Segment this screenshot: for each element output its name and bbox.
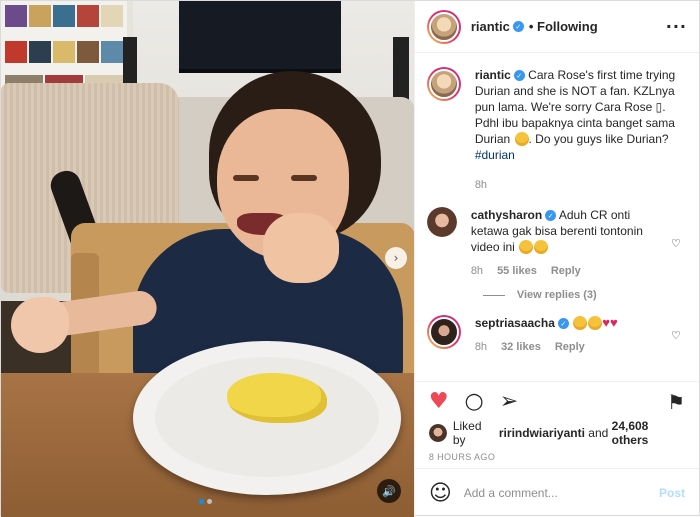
caption: riantic ✓ Cara Rose's first time trying D… [426,67,687,193]
emoji-face-icon [573,316,588,330]
post-side-panel: riantic ✓ • Following ··· riantic ✓ Cara … [413,1,699,517]
comment-item: septriasaacha ✓ ♥♥ 8h 32 likes Reply ♡ [426,315,687,355]
liked-by-others[interactable]: 24,608 others [612,419,685,447]
red-heart-icon: ♥ [602,315,610,330]
emoji-face-icon [519,240,534,254]
carousel-next-button[interactable]: › [385,247,407,269]
more-options-icon[interactable]: ··· [666,17,687,36]
comments-list: riantic ✓ Cara Rose's first time trying D… [415,53,699,381]
caption-username[interactable]: riantic [475,68,511,82]
view-replies-label: View replies (3) [516,289,597,301]
comment-like-heart-icon[interactable]: ♡ [671,237,687,250]
post-date[interactable]: 8 HOURS AGO [414,445,699,469]
comment-like-heart-icon[interactable]: ♡ [671,329,687,342]
commenter-avatar[interactable] [426,315,461,349]
reply-button[interactable]: Reply [551,263,581,279]
red-heart-icon: ♥ [609,315,618,330]
comment-likes[interactable]: 32 likes [501,339,541,355]
verified-badge-icon: ✓ [545,210,557,222]
mute-toggle-button[interactable]: 🔊 [377,479,401,503]
comment-time[interactable]: 8h [475,339,487,355]
follow-label: Following [537,19,598,34]
emoji-face-icon [588,316,603,330]
reply-button[interactable]: Reply [555,339,585,355]
verified-badge-icon: ✓ [513,70,525,82]
owner-username[interactable]: riantic [471,19,510,34]
comment-time[interactable]: 8h [471,263,483,279]
comment-icon[interactable]: ○ [465,390,484,413]
caption-text-3: . Do you guys like Durian? [528,132,669,146]
comment-username[interactable]: cathysharon [471,208,542,222]
add-comment-bar: ☺ Post [415,469,699,517]
smiley-icon[interactable]: ☺ [429,481,452,506]
instagram-post: › 🔊 riantic ✓ • Following ··· riantic ✓ C… [0,0,700,517]
comment-item: cathysharon ✓ Aduh CR onti ketawa gak bis… [426,207,687,279]
chevron-right-icon: › [393,251,399,265]
post-comment-button[interactable]: Post [659,486,685,500]
emoji-face-icon [534,240,549,254]
follow-status[interactable]: • Following [529,19,598,34]
commenter-avatar[interactable] [426,207,457,237]
emoji-face-icon [514,132,529,146]
speaker-icon: 🔊 [382,484,396,498]
liked-by-and: and [588,426,609,440]
liked-by-row: Liked by ririndwiariyanti and 24,608 oth… [415,419,699,447]
caption-avatar[interactable] [426,67,461,101]
caption-time[interactable]: 8h [475,177,487,193]
heart-icon[interactable]: ♥ [429,390,449,413]
bookmark-icon[interactable]: ⚑ [667,392,685,412]
post-media-video[interactable]: › 🔊 [1,1,414,517]
comment-input[interactable] [463,486,651,500]
video-frame [1,1,414,517]
share-icon[interactable]: ➢ [500,390,518,413]
post-header: riantic ✓ • Following ··· [414,1,699,53]
owner-avatar[interactable] [426,9,461,44]
comment-username[interactable]: septriasaacha [475,316,555,330]
hashtag-link[interactable]: #durian [475,148,515,162]
comment-likes[interactable]: 55 likes [497,263,537,279]
liker-username[interactable]: ririndwiariyanti [499,426,585,440]
liked-by-prefix: Liked by [452,419,482,447]
view-replies-button[interactable]: View replies (3) [482,289,687,301]
carousel-dot-active [199,499,204,504]
verified-badge-icon: ✓ [512,21,524,32]
liker-avatar[interactable] [428,424,447,442]
carousel-dots [199,499,212,504]
carousel-dot [207,499,212,504]
verified-badge-icon: ✓ [557,318,569,330]
action-bar: ♥ ○ ➢ ⚑ [414,381,699,421]
